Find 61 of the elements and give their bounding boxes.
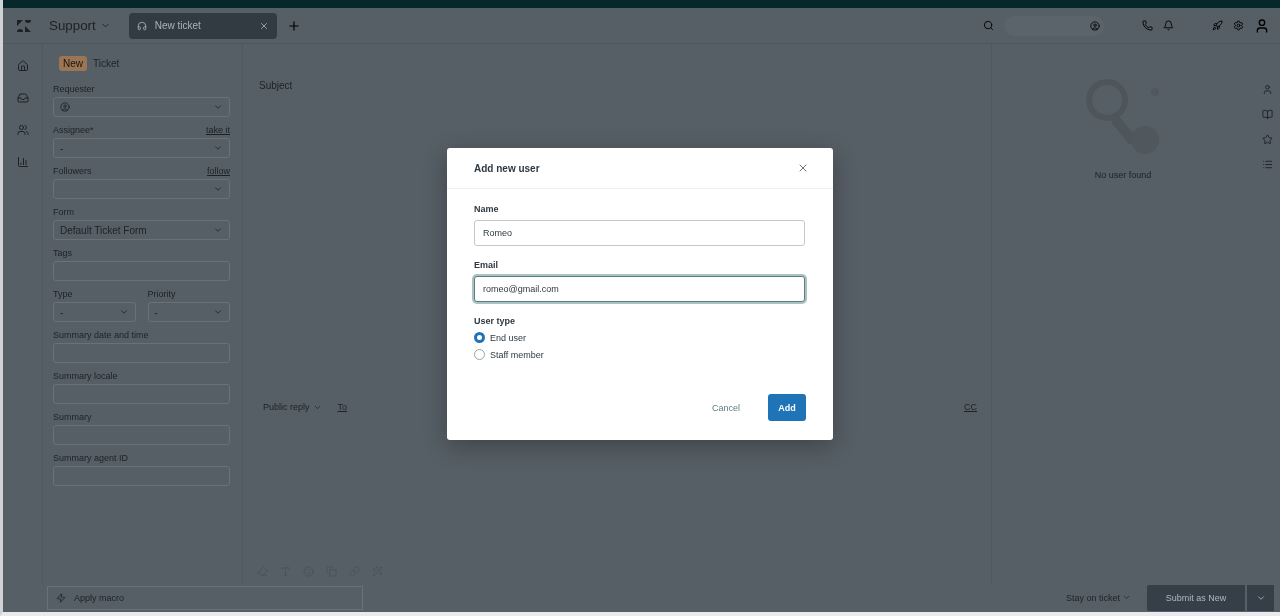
phone-icon[interactable]: [1142, 20, 1153, 31]
select-field[interactable]: [53, 179, 230, 199]
select-field[interactable]: -: [53, 302, 136, 322]
chart-icon[interactable]: [16, 156, 29, 168]
radio-option[interactable]: Staff member: [474, 349, 806, 360]
rocket-icon[interactable]: [1212, 20, 1223, 31]
logo-icon[interactable]: [17, 19, 31, 32]
radio-option[interactable]: End user: [474, 332, 806, 343]
chevron-down-icon: [118, 307, 129, 317]
headset-icon: [136, 20, 147, 31]
submit-button[interactable]: Submit as New: [1147, 584, 1245, 611]
submit-options-button[interactable]: [1247, 584, 1274, 611]
chevron-down-icon: [213, 102, 223, 112]
field-label: Followers: [53, 166, 92, 176]
select-field[interactable]: -: [147, 302, 230, 322]
user-icon: [1090, 20, 1100, 31]
chevron-down-icon: [213, 143, 223, 153]
close-icon[interactable]: [258, 20, 269, 31]
list-icon[interactable]: [1261, 159, 1273, 170]
close-button[interactable]: [797, 162, 809, 174]
ticket-title: Ticket: [93, 57, 120, 69]
field-label: Priority: [147, 289, 177, 299]
dialog-title: Add new user: [474, 162, 540, 174]
select-field[interactable]: [53, 97, 230, 117]
select-field[interactable]: -: [53, 138, 230, 158]
field-label: Tags: [53, 248, 72, 258]
input-field[interactable]: Romeo: [474, 220, 805, 246]
search-icon[interactable]: [983, 20, 994, 31]
field-label: User type: [474, 316, 517, 326]
ticket-tab[interactable]: New ticket: [128, 12, 277, 39]
settings-icon[interactable]: [1233, 20, 1244, 31]
field-label: Type: [53, 289, 74, 299]
search-field[interactable]: [1004, 15, 1104, 36]
field-label: Name: [474, 204, 500, 214]
select-field[interactable]: Default Ticket Form: [53, 220, 230, 240]
chevron-down-icon: [213, 307, 223, 317]
cancel-button[interactable]: Cancel: [706, 401, 746, 414]
star-icon[interactable]: [1261, 134, 1273, 145]
chevron-down-icon: [213, 225, 223, 235]
add-button[interactable]: Add: [768, 394, 806, 421]
action-link[interactable]: take it: [206, 125, 230, 135]
field-label: Requester: [53, 84, 95, 94]
user-icon: [60, 102, 70, 112]
book-icon[interactable]: [1261, 109, 1273, 120]
status-badge: New: [59, 55, 87, 71]
field-label: Email: [474, 260, 499, 270]
user-icon[interactable]: [1261, 84, 1273, 95]
subject-field[interactable]: Subject: [257, 80, 977, 104]
chevron-down-icon: [1122, 593, 1131, 602]
workspace-menu[interactable]: Support: [41, 18, 119, 33]
add-tab-icon[interactable]: [286, 18, 301, 33]
lightning-icon: [56, 592, 66, 603]
inbox-icon[interactable]: [16, 92, 29, 104]
input-field[interactable]: romeo@gmail.com: [474, 276, 805, 302]
to-label: To: [337, 402, 348, 412]
field-label: Form: [53, 207, 74, 217]
users-icon[interactable]: [16, 124, 29, 136]
avatar-icon[interactable]: [1254, 17, 1270, 34]
bell-icon[interactable]: [1163, 20, 1174, 31]
chevron-down-icon: [213, 184, 223, 194]
home-icon[interactable]: [16, 60, 29, 72]
